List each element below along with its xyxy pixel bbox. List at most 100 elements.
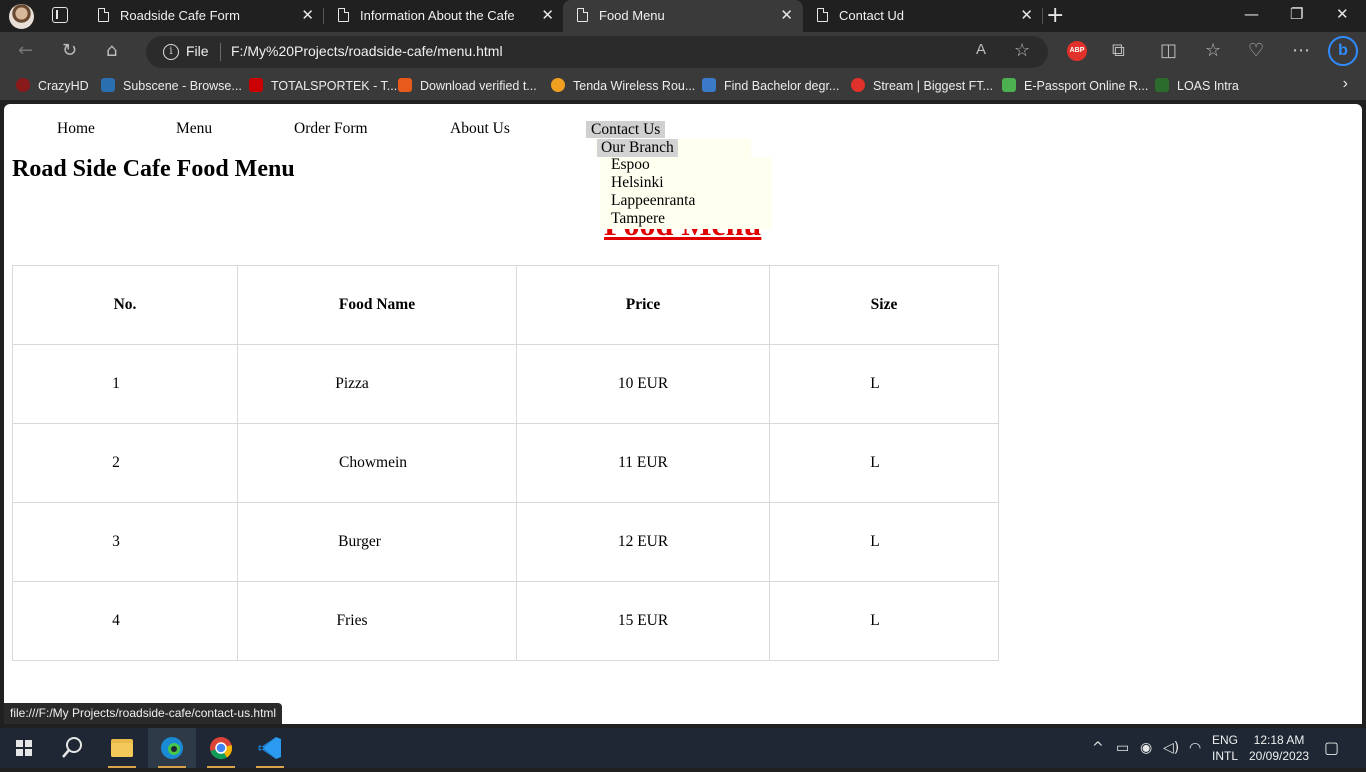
- refresh-icon[interactable]: ↻: [62, 40, 77, 61]
- bookmark-find-bachelor[interactable]: Find Bachelor degr...: [702, 78, 839, 93]
- page-icon: [98, 8, 109, 22]
- bookmark-totalsportek[interactable]: TOTALSPORTEK - T...: [249, 78, 397, 93]
- close-icon[interactable]: ✕: [1020, 6, 1033, 24]
- edge-taskbar-button[interactable]: [148, 728, 196, 768]
- bookmarks-bar: CrazyHD Subscene - Browse... TOTALSPORTE…: [0, 72, 1366, 100]
- epassport-icon: [1002, 78, 1016, 92]
- browser-toolbar: ← ↻ ⌂ i File F:/My%20Projects/roadside-c…: [0, 32, 1366, 72]
- language-code: ENG: [1212, 733, 1239, 747]
- chevron-up-icon[interactable]: ^: [1092, 740, 1104, 756]
- windows-logo-icon: [16, 740, 32, 756]
- adblock-plus-icon[interactable]: ABP: [1067, 41, 1087, 61]
- loas-icon: [1155, 78, 1169, 92]
- crazyhd-icon: [16, 78, 30, 92]
- window-close-icon[interactable]: ✕: [1336, 5, 1349, 23]
- home-icon[interactable]: ⌂: [106, 40, 117, 61]
- tab-title: Contact Ud: [839, 8, 905, 23]
- read-aloud-icon[interactable]: A: [976, 41, 986, 58]
- close-icon[interactable]: ✕: [301, 6, 314, 24]
- web-page: Home Menu Order Form About Us Contact Us…: [4, 104, 1362, 724]
- clock-time: 12:18 AM: [1253, 733, 1305, 747]
- subscene-icon: [101, 78, 115, 92]
- nav-home[interactable]: Home: [52, 120, 100, 138]
- volume-icon[interactable]: ◁): [1163, 740, 1179, 756]
- language-indicator[interactable]: ENG INTL: [1212, 732, 1238, 764]
- close-icon[interactable]: ✕: [541, 6, 554, 24]
- nav-menu[interactable]: Menu: [171, 120, 217, 138]
- cell-food-name: Burger: [237, 502, 517, 582]
- tab-strip: Roadside Cafe Form ✕ Information About t…: [0, 0, 1366, 32]
- clock[interactable]: 12:18 AM 20/09/2023: [1249, 732, 1309, 764]
- more-options-icon[interactable]: ⋯: [1292, 40, 1310, 61]
- tab-information-about-cafe[interactable]: Information About the Cafe ✕: [324, 0, 564, 32]
- minimize-icon[interactable]: —: [1244, 5, 1259, 23]
- scheme-label: File: [186, 43, 209, 59]
- start-button[interactable]: [0, 728, 48, 768]
- page-icon: [817, 8, 828, 22]
- battery-icon[interactable]: ▭: [1116, 740, 1129, 756]
- split-screen-icon[interactable]: ◫: [1160, 40, 1177, 61]
- cell-size: L: [769, 502, 999, 582]
- notifications-icon[interactable]: ▢: [1324, 738, 1339, 757]
- restore-icon[interactable]: ❐: [1290, 5, 1303, 23]
- dropdown-our-branch[interactable]: Our Branch: [597, 139, 678, 157]
- new-tab-plus-icon[interactable]: +: [1046, 3, 1064, 28]
- table-row: 2 Chowmein 11 EUR L: [12, 423, 999, 503]
- wifi-icon[interactable]: ◠: [1189, 740, 1201, 756]
- tab-separator: [1042, 8, 1043, 24]
- table-row: 1 Pizza 10 EUR L: [12, 344, 999, 424]
- nav-order-form[interactable]: Order Form: [289, 120, 373, 138]
- bachelor-icon: [702, 78, 716, 92]
- url-text[interactable]: F:/My%20Projects/roadside-cafe/menu.html: [231, 43, 503, 59]
- branch-espoo[interactable]: Espoo: [611, 156, 650, 174]
- windows-taskbar: ^ ▭ ◉ ◁) ◠ ENG INTL 12:18 AM 20/09/2023 …: [0, 728, 1366, 768]
- tab-actions-icon[interactable]: [52, 7, 68, 23]
- cell-size: L: [769, 581, 999, 661]
- favorite-star-icon[interactable]: ☆: [1014, 40, 1030, 61]
- bookmark-subscene[interactable]: Subscene - Browse...: [101, 78, 242, 93]
- info-icon[interactable]: i: [163, 44, 179, 60]
- branch-tampere[interactable]: Tampere: [611, 210, 665, 228]
- vscode-taskbar-button[interactable]: [246, 728, 294, 768]
- branch-helsinki[interactable]: Helsinki: [611, 174, 664, 192]
- cell-price: 10 EUR: [516, 344, 770, 424]
- page-icon: [338, 8, 349, 22]
- browser-essentials-icon[interactable]: ♡: [1248, 40, 1264, 61]
- tab-contact-ud[interactable]: Contact Ud ✕: [803, 0, 1043, 32]
- table-row: 3 Burger 12 EUR L: [12, 502, 999, 582]
- extensions-icon[interactable]: ⧉: [1112, 40, 1125, 61]
- nav-about-us[interactable]: About Us: [445, 120, 515, 138]
- cell-no: 2: [12, 423, 238, 503]
- cell-price: 15 EUR: [516, 581, 770, 661]
- branch-lappeenranta[interactable]: Lappeenranta: [611, 192, 695, 210]
- header-no: No.: [12, 265, 238, 345]
- cell-no: 3: [12, 502, 238, 582]
- cell-size: L: [769, 344, 999, 424]
- search-button[interactable]: [48, 728, 96, 768]
- back-arrow-icon[interactable]: ←: [18, 40, 33, 61]
- camera-icon[interactable]: ◉: [1140, 740, 1152, 756]
- bookmark-loas-intra[interactable]: LOAS Intra: [1155, 78, 1239, 93]
- cell-food-name: Fries: [237, 581, 517, 661]
- bing-copilot-icon[interactable]: b: [1328, 36, 1358, 66]
- address-bar[interactable]: i File F:/My%20Projects/roadside-cafe/me…: [146, 36, 1048, 68]
- cell-food-name: Chowmein: [237, 423, 517, 503]
- tab-food-menu[interactable]: Food Menu ✕: [563, 0, 803, 32]
- chrome-taskbar-button[interactable]: [197, 728, 245, 768]
- profile-avatar[interactable]: [9, 4, 34, 29]
- bookmark-epassport[interactable]: E-Passport Online R...: [1002, 78, 1148, 93]
- close-icon[interactable]: ✕: [780, 6, 793, 24]
- bookmark-tenda[interactable]: Tenda Wireless Rou...: [551, 78, 695, 93]
- bookmark-stream[interactable]: Stream | Biggest FT...: [851, 78, 993, 93]
- file-explorer-button[interactable]: [98, 728, 146, 768]
- chevron-right-icon[interactable]: ›: [1343, 75, 1348, 93]
- tab-roadside-cafe-form[interactable]: Roadside Cafe Form ✕: [84, 0, 324, 32]
- search-icon: [62, 737, 82, 758]
- table-header-row: No. Food Name Price Size: [12, 265, 999, 345]
- bookmark-download-verified[interactable]: Download verified t...: [398, 78, 537, 93]
- nav-contact-us[interactable]: Contact Us: [586, 121, 666, 138]
- vscode-icon: [258, 737, 281, 759]
- favorites-icon[interactable]: ☆: [1205, 40, 1221, 61]
- bookmark-crazyhd[interactable]: CrazyHD: [16, 78, 89, 93]
- header-size: Size: [769, 265, 999, 345]
